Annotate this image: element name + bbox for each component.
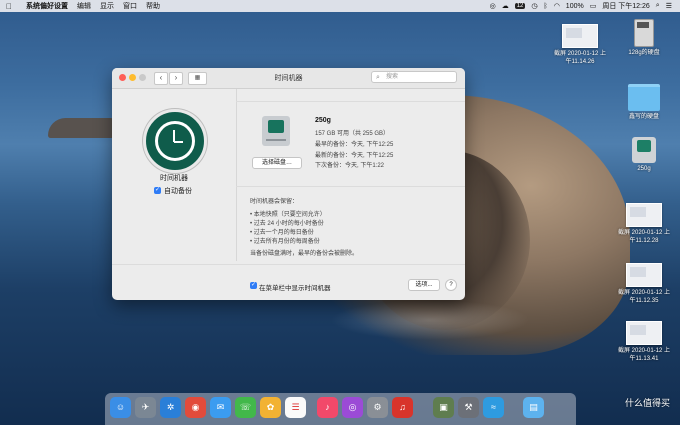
screenshot-thumbnail-icon: [626, 203, 662, 227]
title-bar[interactable]: ‹ › ▦ 时间机器 ⌕ 搜索: [112, 68, 465, 89]
finder-icon[interactable]: ☺: [110, 397, 131, 418]
disk-available: 157 GB 可用（共 255 GB）: [315, 131, 390, 137]
menu-bar:  系统偏好设置 编辑 显示 窗口 帮助 ◎ ☁ 12 ◷ ᛒ ◠ 100% ▭…: [0, 0, 680, 12]
menu-help[interactable]: 帮助: [146, 1, 160, 11]
search-placeholder: 搜索: [386, 74, 399, 80]
wifi-icon[interactable]: ◠: [554, 2, 560, 10]
launchpad-icon[interactable]: ✈: [135, 397, 156, 418]
desktop-icon-screenshot-4[interactable]: 截屏 2020-01-12 上 午11.13.41: [612, 321, 676, 363]
desktop-icon-screenshot-1[interactable]: 截屏 2020-01-12 上 午11.14.26: [548, 24, 612, 66]
system-preferences-icon[interactable]: ⚙: [367, 397, 388, 418]
screenshot-thumbnail-icon: [562, 24, 598, 48]
keep-item: • 本地快照（只要空间允许）: [250, 212, 326, 218]
desktop-icon-label: 截屏 2020-01-12 上 午11.14.26: [553, 51, 607, 65]
desktop-icon-label: 128g的硬盘: [628, 50, 660, 56]
desktop-icon-250g[interactable]: 250g: [612, 137, 676, 173]
time-machine-window: ‹ › ▦ 时间机器 ⌕ 搜索 时间机器 ✓ 自动备份 选择磁盘… 250g 1…: [112, 68, 465, 300]
safari-icon[interactable]: ✲: [160, 397, 181, 418]
search-icon: ⌕: [376, 74, 380, 81]
desktop-icon-label: 250g: [637, 166, 651, 172]
control-menu-icon[interactable]: ☰: [666, 2, 672, 10]
apple-menu-icon[interactable]: : [6, 2, 16, 11]
menu-edit[interactable]: 编辑: [77, 1, 91, 11]
watermark: 什么值得买: [624, 398, 670, 408]
wave-app-icon[interactable]: ≈: [483, 397, 504, 418]
desktop-icon-label: 截屏 2020-01-12 上 午11.12.28: [617, 230, 671, 244]
reminders-icon[interactable]: ☰: [285, 397, 306, 418]
dock: ☺ ✈ ✲ ◉ ✉ ☏ ✿ ☰ ♪ ◎ ⚙ ♫ ▣ ⚒ ≈ ▤: [105, 393, 576, 425]
battery-percent[interactable]: 100%: [566, 3, 584, 10]
show-in-menubar-label[interactable]: 在菜单栏中显示时间机器: [259, 282, 331, 292]
downloads-folder-icon[interactable]: ▤: [523, 397, 544, 418]
keep-title: 时间机器会保留：: [250, 199, 299, 205]
next-backup: 下次备份：今天, 下午1:22: [315, 163, 385, 169]
backup-disk-icon: [262, 116, 290, 146]
battery-icon[interactable]: ▭: [590, 2, 597, 10]
screenshot-thumbnail-icon: [626, 263, 662, 287]
status-icon[interactable]: ◎: [490, 2, 496, 10]
netease-music-icon[interactable]: ♫: [392, 397, 413, 418]
options-button[interactable]: 选项...: [408, 279, 440, 291]
pane-divider: [236, 89, 237, 261]
keep-item: • 过去一个月的每日备份: [250, 230, 314, 236]
desktop-icon-label: 截屏 2020-01-12 上 午11.12.35: [617, 290, 671, 304]
folder-icon: [628, 84, 660, 111]
auto-backup-checkbox[interactable]: ✓: [154, 187, 161, 194]
screenshot-thumbnail-icon: [626, 321, 662, 345]
podcasts-icon[interactable]: ◎: [342, 397, 363, 418]
desktop-surf: [330, 300, 530, 340]
desktop-icon-screenshot-2[interactable]: 截屏 2020-01-12 上 午11.12.28: [612, 203, 676, 245]
menu-view[interactable]: 显示: [100, 1, 114, 11]
select-disk-button[interactable]: 选择磁盘…: [252, 157, 302, 169]
desktop-icon-screenshot-3[interactable]: 截屏 2020-01-12 上 午11.12.35: [612, 263, 676, 305]
keep-note: 当备份磁盘满时，最早的备份会被删除。: [250, 251, 359, 257]
keep-item: • 过去所有月份的每周备份: [250, 239, 320, 245]
messages-icon[interactable]: ✉: [210, 397, 231, 418]
desktop-icon-label: 截屏 2020-01-12 上 午11.13.41: [617, 348, 671, 362]
menu-window[interactable]: 窗口: [123, 1, 137, 11]
time-machine-menu-icon[interactable]: ◷: [531, 2, 537, 10]
search-field[interactable]: ⌕ 搜索: [371, 71, 457, 83]
middle-divider: [236, 186, 465, 187]
left-pane: 时间机器 ✓ 自动备份: [112, 89, 236, 300]
time-machine-disk-icon: [632, 137, 656, 163]
desktop-icon-sdcard[interactable]: 128g的硬盘: [612, 19, 676, 57]
top-divider: [236, 101, 465, 102]
music-icon[interactable]: ♪: [317, 397, 338, 418]
menu-extras: ◎ ☁ 12 ◷ ᛒ ◠ 100% ▭ 周日 下午12:26 ⌕ ☰: [490, 0, 672, 12]
help-button[interactable]: ?: [445, 279, 457, 291]
wechat-icon[interactable]: ☏: [235, 397, 256, 418]
menu-app-name[interactable]: 系统偏好设置: [26, 1, 68, 11]
bluetooth-icon[interactable]: ᛒ: [543, 3, 547, 10]
desktop-icon-folder[interactable]: 鑫写的硬盘: [612, 84, 676, 121]
cloud-icon[interactable]: ☁: [502, 2, 509, 10]
clock[interactable]: 周日 下午12:26: [602, 1, 649, 11]
time-machine-logo-icon: [143, 109, 207, 173]
sdcard-icon: [634, 19, 654, 47]
latest-backup: 最新的备份：今天, 下午12:25: [315, 153, 394, 159]
calendar-badge[interactable]: 12: [514, 3, 526, 9]
desktop-icon-label: 鑫写的硬盘: [628, 114, 659, 120]
chrome-icon[interactable]: ◉: [185, 397, 206, 418]
footer-divider: [112, 264, 465, 265]
preview-icon[interactable]: ▣: [433, 397, 454, 418]
keep-item: • 过去 24 小时的每小时备份: [250, 221, 324, 227]
disk-name: 250g: [315, 117, 331, 124]
auto-backup-label[interactable]: 自动备份: [164, 186, 192, 196]
show-in-menubar-checkbox[interactable]: ✓: [250, 282, 257, 289]
search-icon[interactable]: ⌕: [656, 2, 660, 10]
photos-icon[interactable]: ✿: [260, 397, 281, 418]
oldest-backup: 最早的备份：今天, 下午12:25: [315, 142, 394, 148]
instruments-icon[interactable]: ⚒: [458, 397, 479, 418]
app-label: 时间机器: [160, 175, 188, 182]
